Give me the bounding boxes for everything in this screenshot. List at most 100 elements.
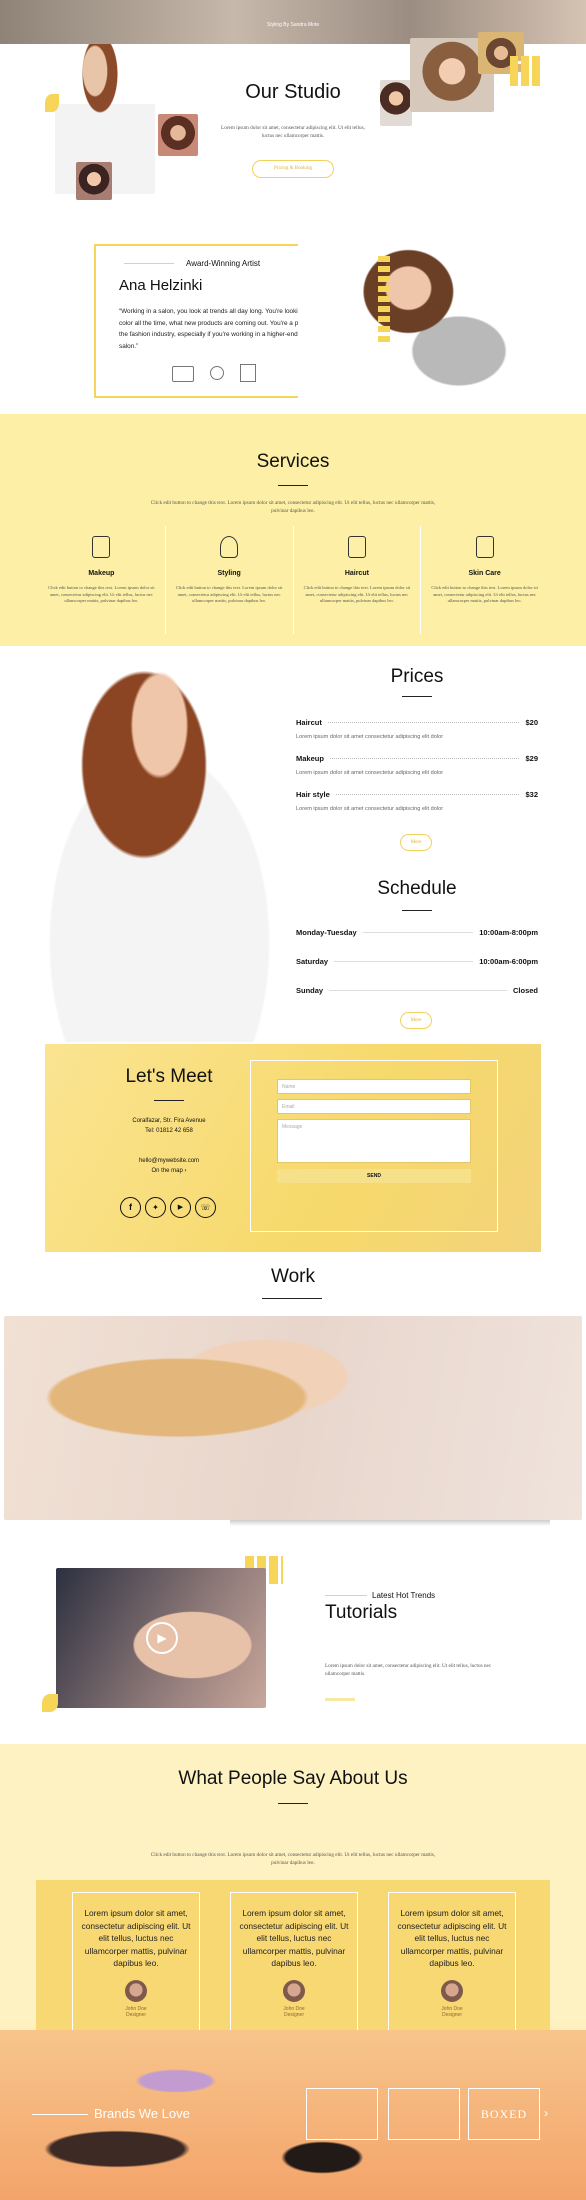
prices-title-rule xyxy=(402,696,432,697)
message-field[interactable]: Message xyxy=(277,1119,471,1163)
hero-caption: Styling By Sandra Mote xyxy=(266,22,320,28)
service-item[interactable]: Makeup Click edit button to change this t… xyxy=(38,526,166,634)
artist-quote: “Working in a salon, you look at trends … xyxy=(119,308,313,350)
service-item[interactable]: Haircut Click edit button to change this … xyxy=(294,526,422,634)
brand-logo-1 xyxy=(306,2088,378,2140)
diploma-icon xyxy=(240,364,256,382)
leaf-decoration-icon xyxy=(45,94,59,112)
price-item: Hair style $32 Lorem ipsum dolor sit amet … xyxy=(296,790,538,812)
schedule-leader xyxy=(329,990,507,991)
yellow-dots-decoration-2 xyxy=(378,252,390,342)
price-item-value: $32 xyxy=(525,790,538,799)
price-leader xyxy=(329,758,520,759)
services-text: Click edit button to change this text. L… xyxy=(150,500,436,514)
work-title-rule xyxy=(262,1298,322,1299)
services-grid: Makeup Click edit button to change this t… xyxy=(38,526,548,634)
tutorial-tag-line xyxy=(325,1595,367,1596)
services-title: Services xyxy=(256,451,330,472)
services-title-rule xyxy=(278,485,308,486)
testimonial-role: Designer xyxy=(125,2011,146,2018)
youtube-icon[interactable]: ▶ xyxy=(170,1197,191,1218)
testimonial-quote: Lorem ipsum dolor sit amet, consectetur … xyxy=(81,1908,191,1968)
schedule-more-button[interactable]: More xyxy=(400,1012,432,1029)
tutorial-text: Lorem ipsum dolor sit amet, consectetur … xyxy=(325,1663,492,1677)
testimonials-title-rule xyxy=(278,1803,308,1804)
whatsapp-icon[interactable]: ☏ xyxy=(195,1197,216,1218)
play-icon[interactable]: ▶ xyxy=(146,1622,178,1654)
artist-name: Ana Helzinki xyxy=(119,277,203,294)
avatar xyxy=(283,1979,305,2002)
contact-title-rule xyxy=(154,1100,184,1101)
contact-section: Let's Meet Coralfazar, Str. Fira Avenue … xyxy=(0,1042,586,1252)
studio-title: Our Studio xyxy=(245,81,341,103)
testimonials-section: What People Say About Us Click edit butt… xyxy=(0,1744,586,2200)
chevron-right-icon[interactable]: › xyxy=(544,2106,548,2120)
brand-logo-3: BOXED xyxy=(468,2088,540,2140)
twitter-icon[interactable]: ✦ xyxy=(145,1197,166,1218)
artist-tag: Award-Winning Artist xyxy=(186,259,261,268)
model-photo xyxy=(20,646,330,1042)
lipstick-icon xyxy=(92,536,111,558)
work-section: Work xyxy=(0,1252,586,1534)
facebook-icon[interactable]: f xyxy=(120,1197,141,1218)
price-item-name: Haircut xyxy=(296,718,322,727)
pricing-booking-button[interactable]: Pricing & Booking xyxy=(252,160,334,178)
contact-address: Coralfazar, Str. Fira Avenue xyxy=(132,1118,206,1124)
schedule-hours: Closed xyxy=(512,986,538,995)
brands-title-line xyxy=(32,2114,88,2115)
tutorial-progress xyxy=(325,1698,355,1701)
studio-text: Lorem ipsum dolor sit amet, consectetur … xyxy=(221,125,365,139)
zigzag-divider xyxy=(0,414,586,422)
medal-icon xyxy=(210,366,224,380)
service-item[interactable]: Skin Care Click edit button to change thi… xyxy=(421,526,548,634)
price-item: Makeup $29 Lorem ipsum dolor sit amet cons… xyxy=(296,754,538,776)
send-button[interactable]: SEND xyxy=(277,1169,471,1183)
schedule-day: Saturday xyxy=(296,957,329,966)
schedule-row: Monday-Tuesday 10:00am-8:00pm xyxy=(296,928,538,937)
schedule-row: Sunday Closed xyxy=(296,986,538,995)
testimonials-title: What People Say About Us xyxy=(178,1768,408,1789)
testimonial-quote: Lorem ipsum dolor sit amet, consectetur … xyxy=(397,1908,507,1968)
studio-photo-small-3 xyxy=(380,80,412,126)
work-title: Work xyxy=(271,1266,315,1287)
price-item-desc: Lorem ipsum dolor sit amet consectetur a… xyxy=(296,770,444,776)
price-item-name: Hair style xyxy=(296,790,330,799)
price-leader xyxy=(327,722,520,723)
prices-more-button[interactable]: More xyxy=(400,834,432,851)
scissors-icon xyxy=(347,536,366,558)
schedule-leader xyxy=(362,932,474,933)
tutorials-section: ▶ Latest Hot Trends Tutorials Lorem ipsu… xyxy=(0,1534,586,1744)
tutorial-tag: Latest Hot Trends xyxy=(372,1591,436,1600)
service-name: Haircut xyxy=(344,570,369,577)
price-item-value: $29 xyxy=(525,754,538,763)
schedule-leader xyxy=(334,961,474,962)
testimonial-role: Designer xyxy=(283,2011,304,2018)
service-name: Styling xyxy=(217,570,241,577)
prices-list: Haircut $20 Lorem ipsum dolor sit amet con… xyxy=(296,718,538,826)
contact-map-link[interactable]: On the map › xyxy=(104,1168,234,1174)
work-photo-shadow xyxy=(230,1520,550,1526)
prices-title: Prices xyxy=(390,666,444,687)
brands-title: Brands We Love xyxy=(94,2106,190,2121)
contact-title: Let's Meet xyxy=(125,1066,213,1087)
schedule-title: Schedule xyxy=(377,878,457,899)
contact-form: Name Email Message SEND xyxy=(250,1060,498,1232)
email-field[interactable]: Email xyxy=(277,1099,471,1114)
contact-email[interactable]: hello@mywebsite.com xyxy=(104,1158,234,1164)
price-item-desc: Lorem ipsum dolor sit amet consectetur a… xyxy=(296,734,444,740)
avatar xyxy=(441,1979,463,2002)
prices-schedule-section: Prices Haircut $20 Lorem ipsum dolor sit a… xyxy=(0,646,586,1042)
schedule-day: Monday-Tuesday xyxy=(296,928,357,937)
service-item[interactable]: Styling Click edit button to change this … xyxy=(166,526,294,634)
studio-photo-small-1 xyxy=(158,114,198,156)
certificate-icon xyxy=(172,366,194,382)
service-text: Click edit button to change this text. L… xyxy=(175,585,283,603)
price-item-value: $20 xyxy=(525,718,538,727)
schedule-day: Sunday xyxy=(296,986,324,995)
name-field[interactable]: Name xyxy=(277,1079,471,1094)
service-text: Click edit button to change this text. L… xyxy=(431,585,538,603)
testimonial-role: Designer xyxy=(441,2011,462,2018)
service-name: Skin Care xyxy=(468,570,501,577)
tutorial-title: Tutorials xyxy=(325,1602,398,1623)
price-item: Haircut $20 Lorem ipsum dolor sit amet con… xyxy=(296,718,538,740)
